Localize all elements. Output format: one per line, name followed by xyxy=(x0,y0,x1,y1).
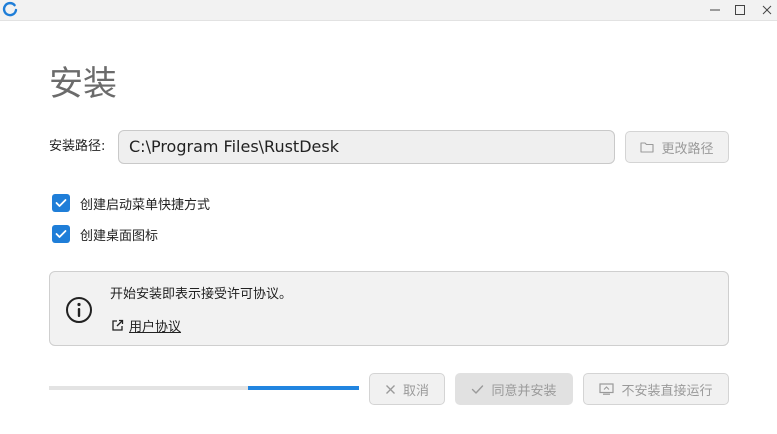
check-icon xyxy=(472,384,484,394)
change-path-button[interactable]: 更改路径 xyxy=(625,131,729,163)
close-icon xyxy=(386,384,395,394)
license-notice-text: 开始安装即表示接受许可协议。 xyxy=(110,287,293,302)
install-path-field[interactable]: C:\Program Files\RustDesk xyxy=(118,130,615,164)
info-icon xyxy=(66,297,92,323)
install-progress-indicator xyxy=(248,386,359,390)
install-progress-bar xyxy=(49,386,359,390)
check-icon xyxy=(55,230,67,238)
desktop-icon-option[interactable]: 创建桌面图标 xyxy=(52,224,158,244)
run-without-install-button[interactable]: 不安装直接运行 xyxy=(583,373,729,405)
desktop-icon-checkbox[interactable] xyxy=(52,225,70,243)
cancel-label: 取消 xyxy=(402,383,429,399)
rustdesk-logo-icon xyxy=(2,2,18,17)
close-icon xyxy=(762,5,772,15)
page-title: 安装 xyxy=(49,64,117,104)
check-icon xyxy=(55,199,67,207)
agree-and-install-button[interactable]: 同意并安装 xyxy=(455,373,573,405)
user-agreement-label: 用户协议 xyxy=(129,320,182,335)
desktop-icon-label: 创建桌面图标 xyxy=(80,228,159,244)
monitor-icon xyxy=(599,383,615,395)
window-titlebar xyxy=(0,0,777,21)
cancel-button[interactable]: 取消 xyxy=(369,373,445,405)
install-path-label: 安装路径: xyxy=(49,139,106,154)
start-menu-shortcut-checkbox[interactable] xyxy=(52,194,70,212)
start-menu-shortcut-option[interactable]: 创建启动菜单快捷方式 xyxy=(52,193,210,213)
minimize-icon xyxy=(710,9,720,11)
run-without-install-label: 不安装直接运行 xyxy=(621,383,713,399)
minimize-button[interactable] xyxy=(703,0,727,20)
folder-icon xyxy=(640,142,655,153)
close-window-button[interactable] xyxy=(755,0,777,20)
maximize-icon xyxy=(735,5,745,15)
agree-and-install-label: 同意并安装 xyxy=(491,383,557,399)
start-menu-shortcut-label: 创建启动菜单快捷方式 xyxy=(80,197,211,213)
maximize-button[interactable] xyxy=(728,0,752,20)
user-agreement-link[interactable]: 用户协议 xyxy=(111,316,181,335)
license-notice: 开始安装即表示接受许可协议。 用户协议 xyxy=(49,271,729,346)
change-path-label: 更改路径 xyxy=(661,141,714,157)
external-link-icon xyxy=(112,319,124,331)
